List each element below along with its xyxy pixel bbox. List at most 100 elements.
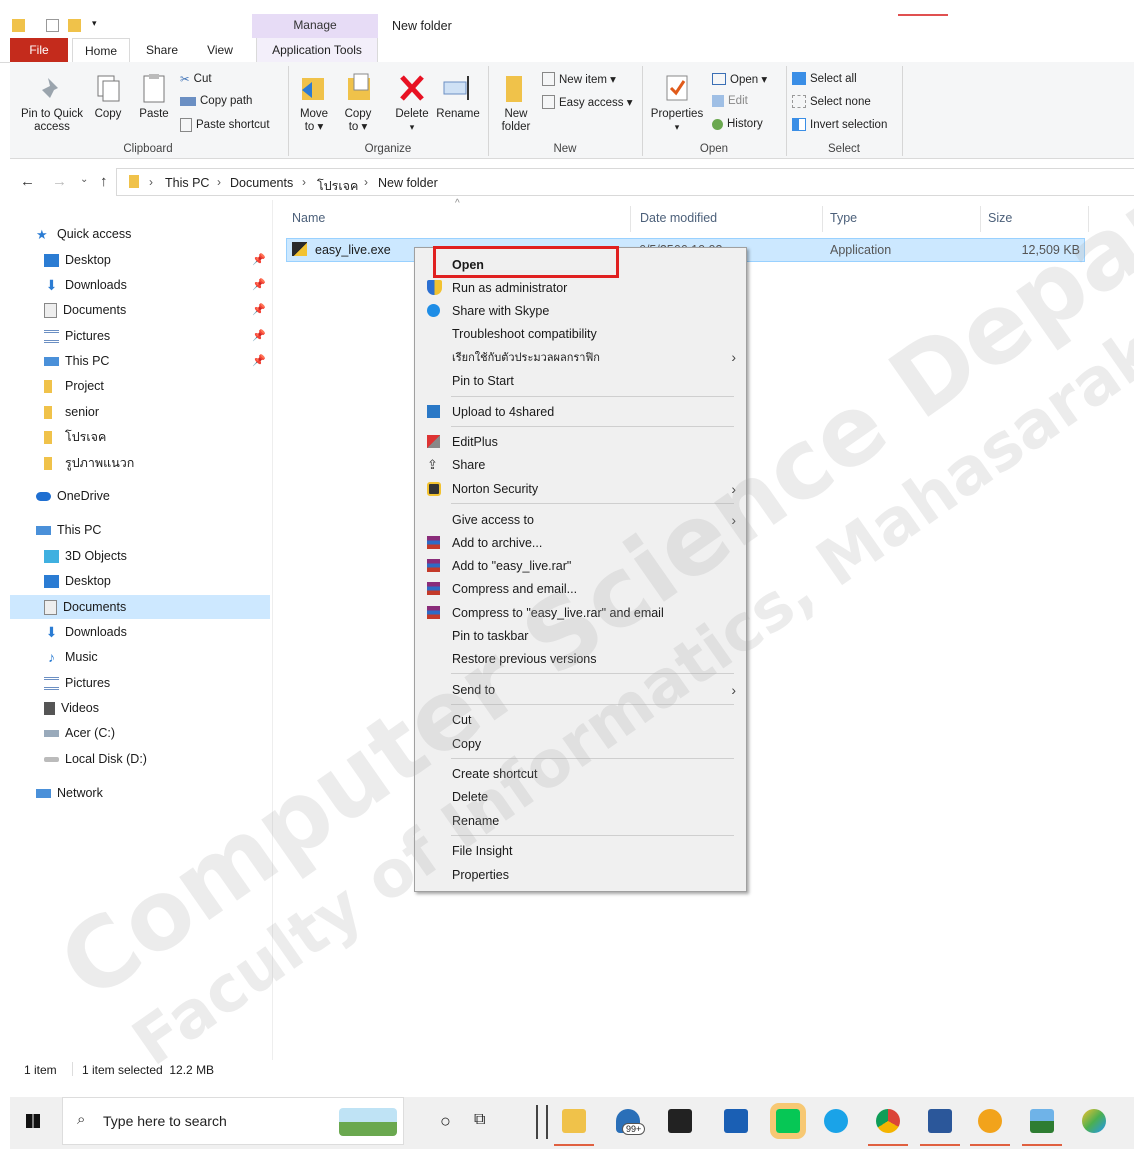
menu-label: เรียกใช้กับตัวประมวลผลกราฟิก (452, 351, 600, 364)
nav-quick-access[interactable]: ★ Quick access (36, 222, 296, 246)
select-all-icon (792, 72, 806, 85)
menu-item-share-with-skype[interactable]: Share with Skype (415, 299, 746, 322)
file-explorer-icon[interactable] (562, 1109, 586, 1133)
cortana-circle-icon[interactable]: ○ (440, 1111, 451, 1132)
nav-item-downloads-pc[interactable]: ⬇ Downloads (44, 620, 270, 644)
menu-item-pin-to-start[interactable]: Pin to Start (415, 369, 746, 392)
new-folder-qat-icon[interactable] (68, 19, 81, 32)
forward-arrow-icon[interactable]: → (52, 173, 67, 190)
pictures-icon (44, 329, 59, 343)
breadcrumb-this-pc[interactable]: This PC (165, 176, 209, 190)
edge-icon[interactable] (824, 1109, 848, 1133)
column-header-type[interactable]: Type (830, 211, 857, 225)
column-header-date[interactable]: Date modified (640, 211, 717, 225)
tab-file[interactable]: File (10, 38, 68, 62)
line-icon[interactable] (770, 1103, 806, 1139)
store-icon[interactable] (724, 1109, 748, 1133)
nav-item-documents-pc[interactable]: Documents (10, 595, 270, 619)
up-arrow-icon[interactable]: ↑ (100, 173, 108, 190)
menu-item-troubleshoot[interactable]: Troubleshoot compatibility (415, 322, 746, 345)
menu-item-editplus[interactable]: EditPlus (415, 430, 746, 453)
delete-x-icon (396, 72, 428, 104)
photos-icon[interactable] (1030, 1109, 1054, 1133)
nav-item-project-thai[interactable]: โปรเจค (44, 425, 270, 449)
back-arrow-icon[interactable]: ← (20, 173, 35, 190)
vpn-icon[interactable] (978, 1109, 1002, 1133)
column-separator[interactable] (822, 206, 823, 232)
select-all-label: Select all (810, 72, 857, 85)
nav-item-desktop[interactable]: Desktop 📌 (44, 248, 270, 272)
nav-item-3d-objects[interactable]: 3D Objects (44, 544, 270, 568)
nav-item-pictures-pc[interactable]: Pictures (44, 671, 270, 695)
tab-application-tools[interactable]: Application Tools (256, 38, 378, 62)
nav-item-music[interactable]: ♪ Music (44, 645, 270, 669)
nav-item-desktop-pc[interactable]: Desktop (44, 569, 270, 593)
address-box[interactable]: › This PC › Documents › โปรเจค › New fol… (116, 168, 1134, 196)
edit-button[interactable]: Edit (712, 95, 748, 107)
copy-path-button[interactable]: Copy path (180, 95, 252, 107)
copy-button[interactable]: Copy (90, 72, 126, 121)
nav-item-project[interactable]: Project (44, 374, 270, 398)
nav-this-pc[interactable]: This PC (36, 518, 296, 542)
pictures-icon (44, 676, 59, 690)
new-item-button[interactable]: New item ▾ (542, 72, 616, 86)
properties-qat-icon[interactable] (46, 19, 59, 32)
nav-item-senior[interactable]: senior (44, 400, 270, 424)
tab-share[interactable]: Share (138, 38, 186, 62)
winrar-icon (427, 536, 440, 549)
menu-item-graphics-processor[interactable]: เรียกใช้กับตัวประมวลผลกราฟิก › (415, 345, 746, 368)
menu-item-upload-4shared[interactable]: Upload to 4shared (415, 400, 746, 423)
qat-dropdown-icon[interactable]: ▾ (92, 18, 105, 31)
invert-selection-button[interactable]: Invert selection (792, 118, 887, 131)
easy-access-button[interactable]: Easy access ▾ (542, 95, 633, 109)
nav-item-acer-c[interactable]: Acer (C:) (44, 721, 270, 745)
edit-icon (712, 95, 724, 107)
taskbar-search-box[interactable]: ⌕ Type here to search (62, 1097, 404, 1145)
recent-locations-chevron-icon[interactable]: ⌄ (80, 174, 88, 185)
nav-label: Project (65, 379, 104, 393)
properties-button[interactable]: Properties ▾ (646, 72, 708, 134)
nav-label: Documents (63, 600, 127, 614)
nav-item-this-pc-quick[interactable]: This PC 📌 (44, 349, 270, 373)
copy-to-button[interactable]: Copy to ▾ (338, 72, 378, 134)
move-to-button[interactable]: Move to ▾ (294, 72, 334, 134)
breadcrumb-project-thai[interactable]: โปรเจค (317, 176, 358, 196)
column-separator[interactable] (980, 206, 981, 232)
new-folder-button[interactable]: New folder (494, 72, 538, 134)
column-separator[interactable] (630, 206, 631, 232)
column-header-size[interactable]: Size (988, 211, 1012, 225)
pin-to-quick-access-button[interactable]: Pin to Quick access (16, 72, 88, 134)
task-view-icon[interactable]: ⧉ (474, 1111, 485, 1129)
menu-item-run-as-administrator[interactable]: Run as administrator (415, 276, 746, 299)
breadcrumb-documents[interactable]: Documents (230, 176, 293, 190)
select-all-button[interactable]: Select all (792, 72, 857, 85)
rename-button[interactable]: Rename (434, 72, 482, 121)
nav-item-documents[interactable]: Documents 📌 (44, 298, 270, 322)
paste-button[interactable]: Paste (134, 72, 174, 121)
tab-view[interactable]: View (196, 38, 244, 62)
nav-item-local-disk-d[interactable]: Local Disk (D:) (44, 747, 270, 771)
open-button[interactable]: Open ▾ (712, 72, 767, 86)
breadcrumb-new-folder[interactable]: New folder (378, 176, 438, 190)
new-folder-icon (500, 72, 532, 104)
column-header-name[interactable]: Name (292, 211, 325, 225)
nav-item-pictures[interactable]: Pictures 📌 (44, 324, 270, 348)
windows-start-icon[interactable] (26, 1114, 40, 1128)
history-button[interactable]: History (712, 118, 763, 130)
tab-home[interactable]: Home (72, 38, 130, 64)
paste-shortcut-button[interactable]: Paste shortcut (180, 118, 270, 132)
delete-button[interactable]: Delete ▾ (390, 72, 434, 134)
pin-icon (36, 72, 68, 104)
paint-icon[interactable] (1082, 1109, 1106, 1133)
nav-onedrive[interactable]: OneDrive (36, 484, 296, 508)
nav-item-downloads[interactable]: ⬇ Downloads 📌 (44, 273, 270, 297)
window-title: New folder (392, 19, 452, 33)
cut-button[interactable]: ✂ Cut (180, 72, 212, 86)
chrome-icon[interactable] (876, 1109, 900, 1133)
select-none-button[interactable]: Select none (792, 95, 871, 108)
nav-item-videos[interactable]: Videos (44, 696, 270, 720)
notion-icon[interactable] (668, 1109, 692, 1133)
word-icon[interactable] (928, 1109, 952, 1133)
nav-item-thai-images[interactable]: รูปภาพแนวก (44, 451, 270, 475)
nav-label: Downloads (65, 625, 127, 639)
